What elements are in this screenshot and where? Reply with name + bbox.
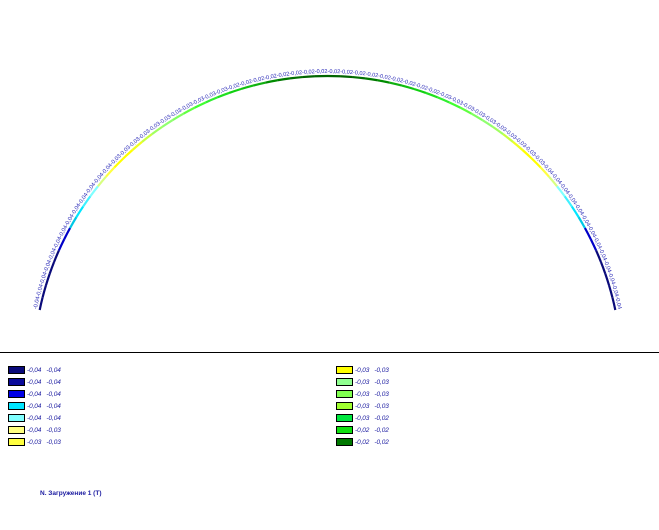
legend-entry: -0,03 -0,03: [336, 388, 389, 400]
arch-diagram: -0,04-0,04-0,04-0,04-0,04-0,04-0,04-0,04…: [33, 69, 622, 311]
legend-swatch: [8, 438, 25, 446]
legend-swatch: [8, 390, 25, 398]
legend-entry: -0,03 -0,03: [336, 364, 389, 376]
legend-swatch: [336, 378, 353, 386]
legend-range-label: -0,04 -0,03: [27, 426, 61, 434]
legend-swatch: [336, 426, 353, 434]
legend-swatch: [336, 414, 353, 422]
legend-entry: -0,03 -0,03: [336, 400, 389, 412]
legend-range-label: -0,04 -0,04: [27, 414, 61, 422]
legend-entry: -0,03 -0,02: [336, 412, 389, 424]
segment-value-label: -0,02: [327, 69, 340, 75]
segment-value-label: -0,02: [302, 69, 315, 76]
legend-range-label: -0,03 -0,03: [355, 366, 389, 374]
legend-right-column: -0,03 -0,03 -0,03 -0,03 -0,03 -0,03 -0,03 -…: [336, 364, 389, 448]
legend-range-label: -0,02 -0,02: [355, 438, 389, 446]
legend-range-label: -0,03 -0,03: [27, 438, 61, 446]
legend-swatch: [8, 402, 25, 410]
legend-range-label: -0,03 -0,03: [355, 390, 389, 398]
legend-swatch: [336, 366, 353, 374]
legend-swatch: [8, 414, 25, 422]
arch-segment: [289, 75, 303, 80]
legend-range-label: -0,03 -0,03: [355, 402, 389, 410]
legend-swatch: [8, 378, 25, 386]
legend-entry: -0,03 -0,03: [8, 436, 61, 448]
legend-range-label: -0,03 -0,02: [355, 414, 389, 422]
legend-range-label: -0,02 -0,02: [355, 426, 389, 434]
legend-swatch: [8, 426, 25, 434]
legend-range-label: -0,03 -0,03: [355, 378, 389, 386]
segment-value-label: -0,02: [315, 69, 328, 75]
arch-segment: [339, 75, 353, 79]
legend-range-label: -0,04 -0,04: [27, 402, 61, 410]
legend-swatch: [8, 366, 25, 374]
arch-segment: [352, 75, 366, 80]
legend-range-label: -0,04 -0,04: [27, 390, 61, 398]
legend-swatch: [336, 402, 353, 410]
legend-left-column: -0,04 -0,04 -0,04 -0,04 -0,04 -0,04 -0,04 -…: [8, 364, 61, 448]
legend-entry: -0,02 -0,02: [336, 436, 389, 448]
legend-swatch: [336, 390, 353, 398]
legend-range-label: -0,04 -0,04: [27, 366, 61, 374]
legend-entry: -0,04 -0,04: [8, 412, 61, 424]
legend-entry: -0,04 -0,04: [8, 376, 61, 388]
legend-entry: -0,04 -0,03: [8, 424, 61, 436]
legend-range-label: -0,04 -0,04: [27, 378, 61, 386]
legend-entry: -0,02 -0,02: [336, 424, 389, 436]
legend-swatch: [336, 438, 353, 446]
legend-entry: -0,03 -0,03: [336, 376, 389, 388]
legend-entry: -0,04 -0,04: [8, 364, 61, 376]
arch-segment: [302, 75, 316, 79]
segment-value-label: -0,02: [340, 69, 353, 76]
load-case-caption: N. Загружение 1 (Т): [40, 490, 102, 497]
legend-entry: -0,04 -0,04: [8, 388, 61, 400]
legend-entry: -0,04 -0,04: [8, 400, 61, 412]
divider: [0, 352, 659, 353]
